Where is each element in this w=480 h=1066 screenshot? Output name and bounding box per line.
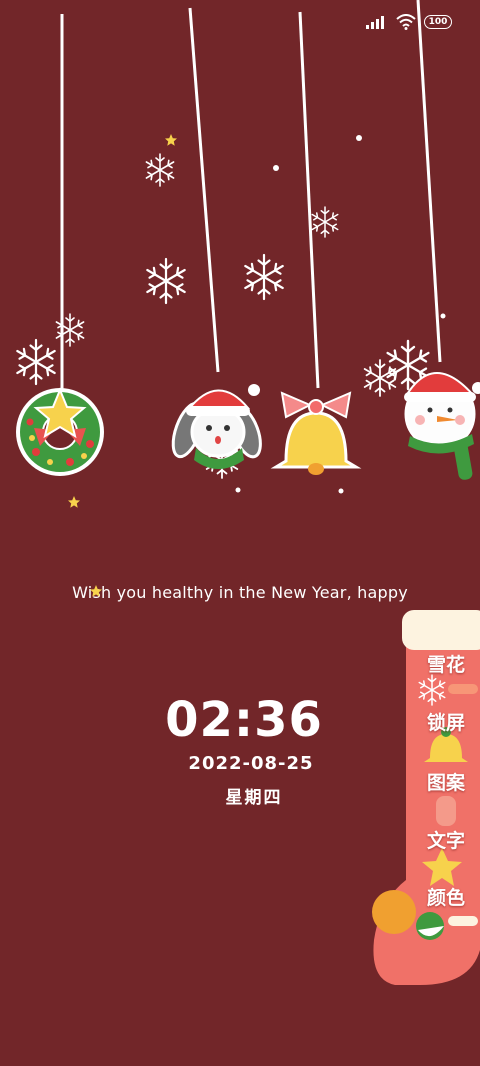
battery-icon: 100 <box>424 15 452 29</box>
signal-icon <box>366 16 384 29</box>
hanging-strings <box>60 0 442 392</box>
menu-item-pattern[interactable]: 图案 <box>420 768 472 795</box>
status-bar: 100 <box>366 12 452 32</box>
menu-item-text[interactable]: 文字 <box>420 826 472 853</box>
snowman-ornament <box>404 372 480 480</box>
menu-item-snowflake[interactable]: 雪花 <box>420 650 472 677</box>
star-icon <box>90 585 102 597</box>
wifi-icon <box>396 14 416 30</box>
menu-item-color[interactable]: 颜色 <box>420 883 472 910</box>
clock-weekday: 星期四 <box>225 788 283 808</box>
bell-ornament <box>270 391 362 475</box>
clock-time: 02:36 <box>165 692 323 748</box>
wreath-ornament <box>16 387 104 476</box>
clock-date: 2022-08-25 <box>188 753 314 774</box>
bunny-santa-ornament <box>171 384 262 469</box>
wish-text: Wish you healthy in the New Year, happy <box>72 583 408 602</box>
hanging-ornaments-scene <box>16 0 480 985</box>
menu-item-lockscreen[interactable]: 锁屏 <box>420 708 472 735</box>
